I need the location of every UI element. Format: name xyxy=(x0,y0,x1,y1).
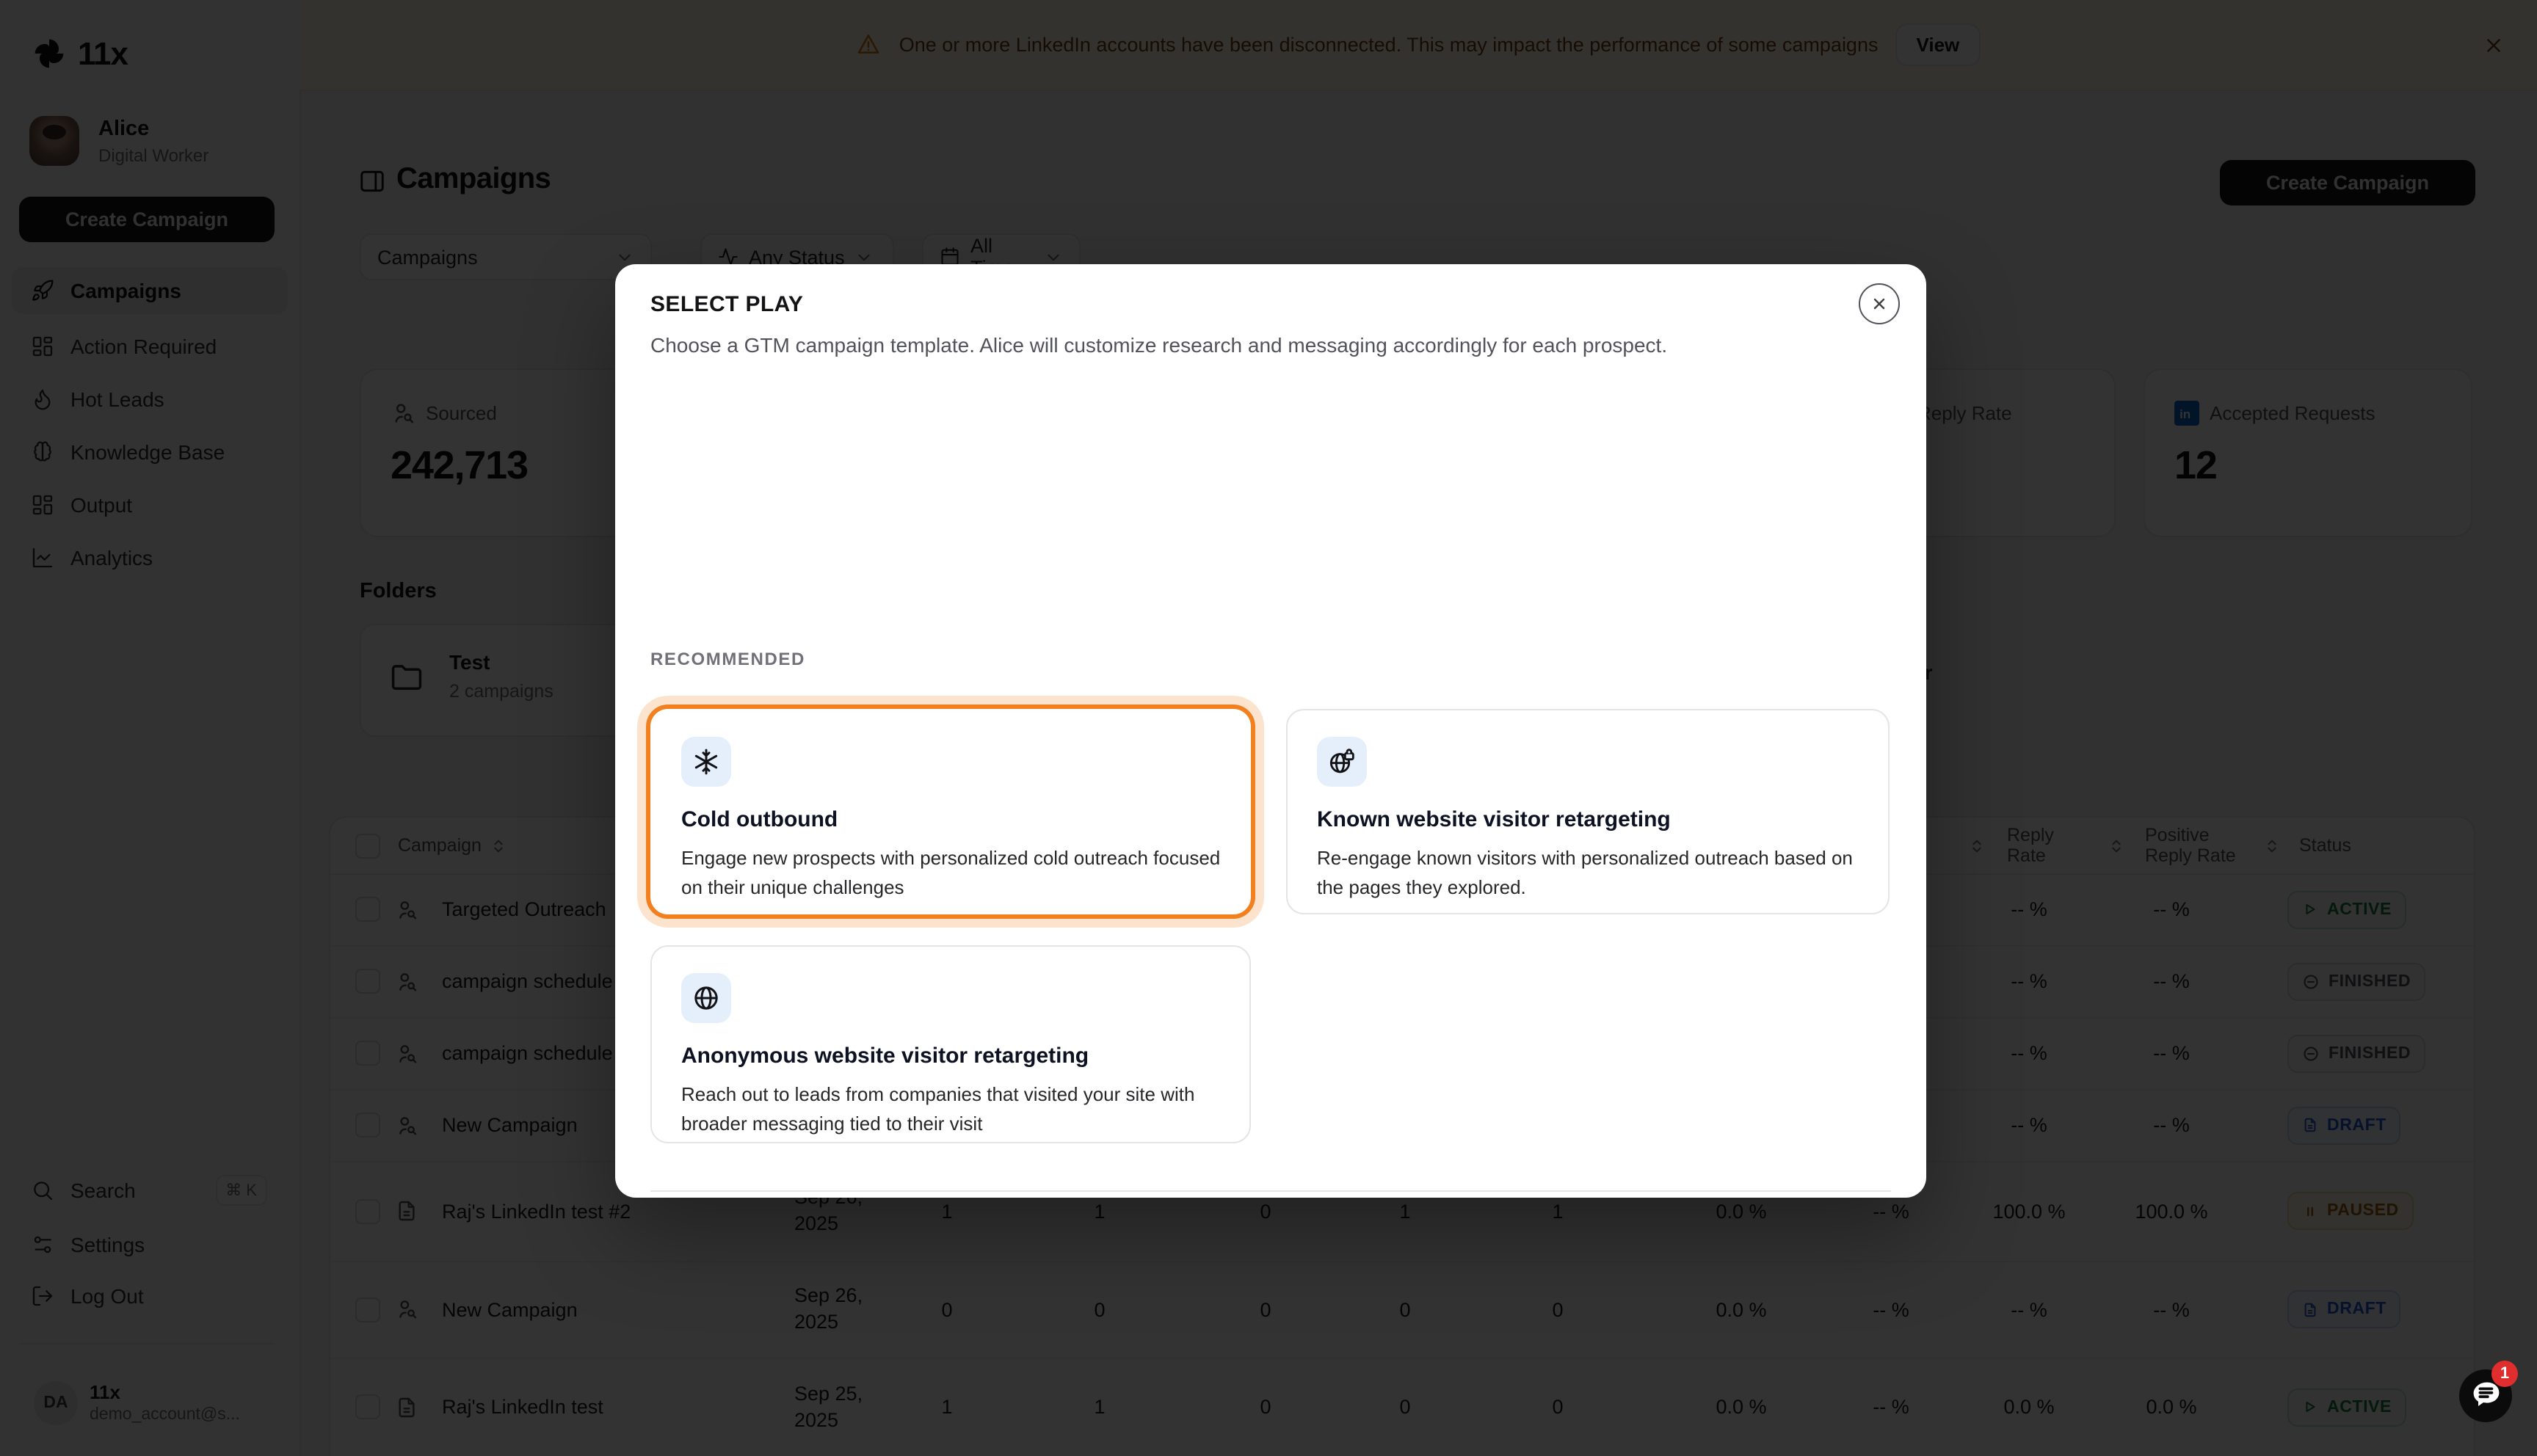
play-card-desc: Reach out to leads from companies that v… xyxy=(681,1080,1227,1139)
play-card-anonymous-visitor[interactable]: Anonymous website visitor retargeting Re… xyxy=(650,945,1251,1143)
section-label-recommended: RECOMMENDED xyxy=(650,649,805,669)
play-card-title: Cold outbound xyxy=(681,807,1220,832)
chat-widget-button[interactable]: 1 xyxy=(2459,1369,2512,1422)
divider xyxy=(650,1190,1891,1192)
play-card-known-visitor[interactable]: Known website visitor retargeting Re-eng… xyxy=(1286,709,1890,914)
play-card-title: Anonymous website visitor retargeting xyxy=(681,1044,1220,1069)
snowflake-icon xyxy=(681,737,731,787)
play-card-desc: Re-engage known visitors with personaliz… xyxy=(1317,844,1863,903)
play-card-cold-outbound[interactable]: Cold outbound Engage new prospects with … xyxy=(650,709,1251,914)
modal-title: SELECT PLAY xyxy=(650,292,803,317)
close-icon xyxy=(1870,295,1888,313)
modal-close-button[interactable] xyxy=(1859,283,1900,324)
select-play-modal: SELECT PLAY Choose a GTM campaign templa… xyxy=(615,264,1926,1198)
app-root: 11x Alice Digital Worker Create Campaign… xyxy=(0,0,2537,1456)
play-card-desc: Engage new prospects with personalized c… xyxy=(681,844,1227,903)
play-card-title: Known website visitor retargeting xyxy=(1317,807,1859,832)
globe-icon xyxy=(681,973,731,1023)
globe-lock-icon xyxy=(1317,737,1367,787)
notification-badge: 1 xyxy=(2491,1361,2518,1387)
modal-subtitle: Choose a GTM campaign template. Alice wi… xyxy=(650,333,1869,357)
